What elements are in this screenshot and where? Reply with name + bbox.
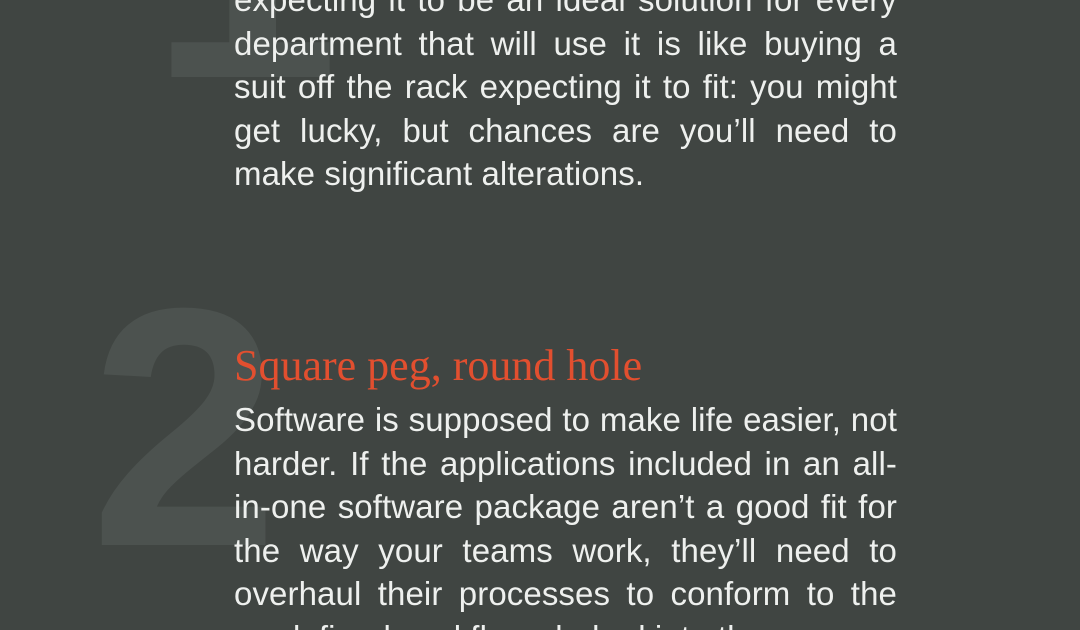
section-2: Square peg, round hole Software is suppo… xyxy=(234,340,897,630)
document-page: 1 expecting it to be an ideal solution f… xyxy=(0,0,1080,630)
section-2-body: Software is supposed to make life easier… xyxy=(234,401,897,630)
section-1-body: expecting it to be an ideal solution for… xyxy=(234,0,897,192)
section-2-heading: Square peg, round hole xyxy=(234,341,643,390)
section-1: expecting it to be an ideal solution for… xyxy=(234,0,897,196)
